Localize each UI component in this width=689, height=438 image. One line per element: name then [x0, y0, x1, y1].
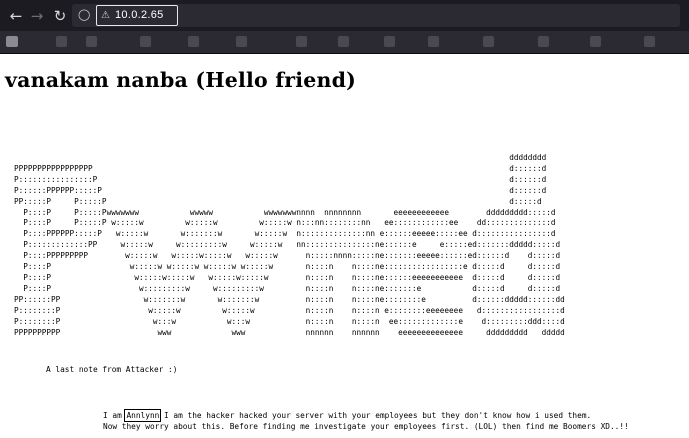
bookmark-icon[interactable]	[140, 36, 151, 47]
page-content: vanakam nanba (Hello friend) dddddddd PP…	[0, 54, 689, 438]
bookmarks-toolbar	[0, 31, 689, 54]
bookmark-icon[interactable]	[590, 36, 601, 47]
bookmark-icon[interactable]	[86, 36, 97, 47]
attacker-name: Annlynn	[124, 409, 162, 422]
bookmark-icon[interactable]	[296, 36, 307, 47]
bookmark-icon[interactable]	[188, 36, 199, 47]
message-line1: I am the hacker hacked your server with …	[159, 411, 592, 420]
address-bar[interactable]: ◯ ⚠ 10.0.2.65	[72, 4, 680, 27]
url-field[interactable]: ⚠ 10.0.2.65	[96, 5, 178, 26]
forward-button[interactable]: →	[26, 5, 48, 27]
note-title: A last note from Attacker :)	[46, 365, 178, 374]
arrow-right-icon: →	[30, 7, 44, 25]
bookmark-icon[interactable]	[644, 36, 655, 47]
bookmark-icon[interactable]	[384, 36, 395, 47]
bookmark-icon[interactable]	[236, 36, 247, 47]
bookmark-icon[interactable]	[538, 36, 549, 47]
bookmark-icon[interactable]	[428, 36, 439, 47]
shield-icon: ◯	[78, 8, 91, 21]
browser-toolbar: ← → ↻ ◯ ⚠ 10.0.2.65	[0, 0, 689, 31]
insecure-lock-icon: ⚠	[101, 10, 110, 21]
ascii-art-banner: dddddddd PPPPPPPPPPPPPPPPP d::::::d P:::…	[14, 153, 565, 337]
reload-button[interactable]: ↻	[49, 5, 71, 27]
attacker-message: I am Annlynn I am the hacker hacked your…	[103, 409, 629, 432]
reload-icon: ↻	[53, 7, 67, 25]
page-heading: vanakam nanba (Hello friend)	[5, 68, 357, 92]
back-button[interactable]: ←	[5, 5, 27, 27]
bookmark-icon[interactable]	[6, 36, 18, 47]
message-line2: Now they worry about this. Before findin…	[103, 421, 629, 431]
bookmark-icon[interactable]	[56, 36, 67, 47]
url-text: 10.0.2.65	[115, 9, 164, 21]
arrow-left-icon: ←	[9, 7, 23, 25]
bookmark-icon[interactable]	[483, 36, 494, 47]
bookmark-icon[interactable]	[338, 36, 349, 47]
message-prefix: I am	[103, 411, 127, 420]
